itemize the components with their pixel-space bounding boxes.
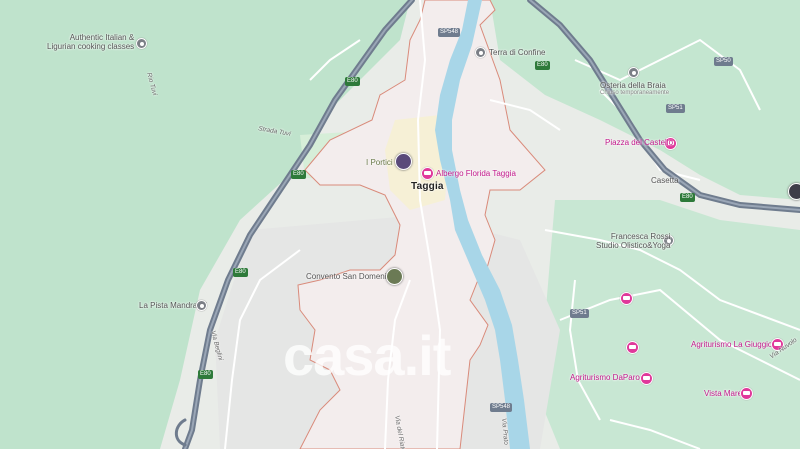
- poi-label-casetta[interactable]: Casetta: [651, 176, 679, 185]
- poi-label-rossi-line1: Francesca Rossi: [610, 232, 671, 241]
- hotel-label-florida[interactable]: Albergo Florida Taggia: [436, 169, 516, 178]
- poi-label-cooking-line1: Authentic Italian &: [69, 33, 135, 42]
- photo-pin-edge[interactable]: [788, 183, 800, 200]
- poi-label-osteria-status: Chiuso temporaneamente: [600, 90, 670, 97]
- poi-label-terra[interactable]: Terra di Confine: [489, 48, 545, 57]
- photo-pin-portici[interactable]: [395, 153, 412, 170]
- road-shield-e80-5: E80: [535, 61, 550, 70]
- hotel-label-vistamare[interactable]: Vista Mare: [704, 389, 742, 398]
- watermark-logo: casa.it: [283, 324, 451, 387]
- town-label-taggia[interactable]: Taggia: [411, 181, 444, 193]
- poi-label-rossi-line2: Studio Olistico&Yoga: [596, 241, 671, 251]
- poi-pin-terra[interactable]: [475, 47, 486, 58]
- poi-pin-cooking[interactable]: [136, 38, 147, 49]
- hotel-pin-pink[interactable]: [626, 341, 639, 354]
- hotel-label-daparodi[interactable]: Agriturismo DaParodi: [570, 373, 646, 382]
- poi-label-cooking[interactable]: Authentic Italian & Ligurian cooking cla…: [47, 33, 134, 51]
- road-shield-e80-6: E80: [680, 193, 695, 202]
- poi-label-osteria[interactable]: Osteria della Braia Chiuso temporaneamen…: [600, 81, 669, 97]
- hotel-pin-vistamare[interactable]: [740, 387, 753, 400]
- road-shield-sp51: SP51: [666, 104, 685, 113]
- photo-pin-convento[interactable]: [386, 268, 403, 285]
- hotel-pin-unnamed[interactable]: [620, 292, 633, 305]
- hotel-pin-daparodi[interactable]: [640, 372, 653, 385]
- road-shield-e80-2: E80: [291, 170, 306, 179]
- road-shield-sp548-south: SP548: [490, 403, 513, 412]
- road-shield-sp50: SP50: [714, 57, 733, 66]
- road-shield-sp51-south: SP51: [570, 309, 589, 318]
- poi-label-rossi[interactable]: Francesca Rossi Studio Olistico&Yoga: [596, 232, 670, 250]
- road-shield-e80-3: E80: [233, 268, 248, 277]
- map-canvas[interactable]: Authentic Italian & Ligurian cooking cla…: [0, 0, 800, 449]
- road-shield-sp548-north: SP548: [438, 28, 461, 37]
- poi-pin-osteria[interactable]: [628, 67, 639, 78]
- poi-label-castello[interactable]: Piazza del Castello: [605, 138, 673, 147]
- hotel-pin-florida[interactable]: [421, 167, 434, 180]
- road-shield-e80-4: E80: [198, 370, 213, 379]
- poi-label-osteria-name: Osteria della Braia: [600, 81, 666, 90]
- hotel-label-giuggiola[interactable]: Agriturismo La Giuggiola: [691, 340, 779, 349]
- poi-label-cooking-line2: Ligurian cooking classes: [47, 42, 135, 52]
- poi-pin-pista[interactable]: [196, 300, 207, 311]
- poi-label-convento[interactable]: Convento San Domenico: [306, 272, 395, 281]
- road-shield-e80-1: E80: [345, 77, 360, 86]
- poi-label-portici[interactable]: I Portici: [366, 158, 393, 167]
